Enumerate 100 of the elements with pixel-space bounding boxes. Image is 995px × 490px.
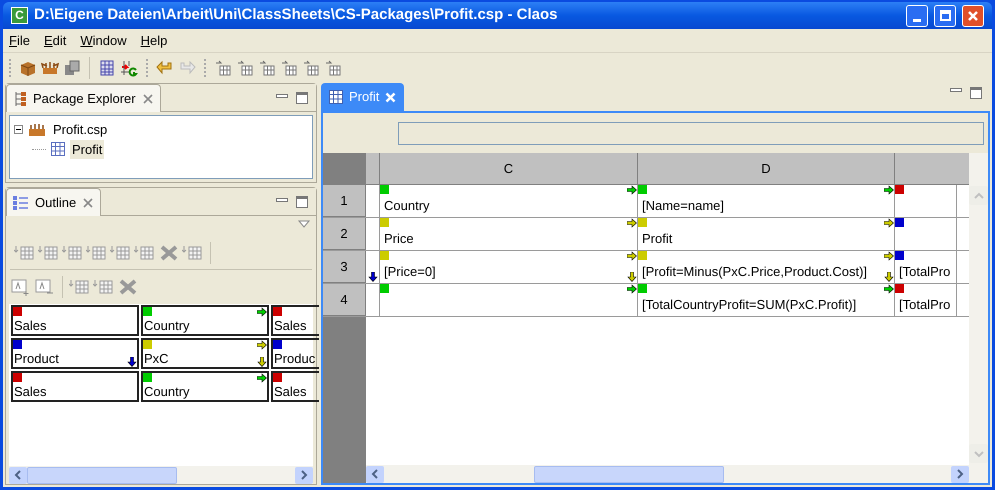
cell-text: Profit <box>642 230 672 248</box>
column-header[interactable]: C <box>380 153 638 184</box>
grid-cell[interactable]: [TotalPro <box>895 251 957 283</box>
vertical-scrollbar[interactable] <box>969 153 988 483</box>
table-tool-icon[interactable] <box>258 59 276 77</box>
row-header[interactable]: 4 <box>323 284 366 316</box>
grid-cell[interactable]: Sales <box>11 305 139 336</box>
window-title: D:\Eigene Dateien\Arbeit\Uni\ClassSheets\CS-Packages\Profit.csp - Claos <box>34 5 558 26</box>
cell-text: Sales <box>274 383 307 401</box>
chevron-left-icon <box>371 469 379 479</box>
chevron-right-icon <box>300 470 308 480</box>
close-button[interactable] <box>962 4 984 26</box>
grid-generate-icon[interactable] <box>120 59 138 77</box>
view-tab[interactable]: Outline <box>6 188 102 216</box>
menu-item[interactable]: Edit <box>44 30 66 50</box>
scroll-right-button[interactable] <box>951 466 969 482</box>
grid-cell[interactable]: Sales <box>271 371 319 402</box>
delete-icon[interactable] <box>117 277 139 297</box>
cell-text: Country <box>144 383 190 401</box>
close-icon <box>967 10 979 22</box>
horizontal-scrollbar[interactable] <box>9 466 313 484</box>
maximize-icon[interactable] <box>296 92 308 104</box>
cell-text: Country <box>144 317 190 335</box>
cell-text: Produc <box>274 350 316 368</box>
row-header[interactable]: 2 <box>323 218 366 250</box>
horizontal-scrollbar[interactable] <box>366 465 969 483</box>
undo-arrow-icon[interactable] <box>156 59 174 77</box>
grid-cell[interactable]: [Profit=Minus(PxC.Price,Product.Cost)] <box>638 251 895 283</box>
package-explorer-icon <box>13 90 27 106</box>
cell-text: Sales <box>274 317 307 335</box>
scroll-thumb[interactable] <box>534 466 724 482</box>
open-box-icon[interactable] <box>41 59 59 77</box>
scroll-right-button[interactable] <box>295 466 313 484</box>
table-tool-icon[interactable] <box>236 59 254 77</box>
cell-text: [Name=name] <box>642 197 724 215</box>
grid-cell[interactable]: [TotalPro <box>895 284 957 316</box>
sheet-icon <box>329 90 343 104</box>
scroll-left-button[interactable] <box>366 466 384 482</box>
grid-cell[interactable]: Country <box>380 185 638 217</box>
chevron-down-icon <box>974 450 984 458</box>
grid-cell[interactable]: [TotalCountryProfit=SUM(PxC.Profit)] <box>638 284 895 316</box>
disks-icon[interactable] <box>63 59 81 77</box>
grid-cell[interactable]: Product <box>11 338 139 369</box>
app-logo: C <box>11 7 28 24</box>
grid-icon[interactable] <box>98 59 116 77</box>
cell-text: Sales <box>14 383 47 401</box>
cell-text: [TotalPro <box>899 263 950 281</box>
tree-item[interactable]: Profit <box>70 140 104 159</box>
cell-text: Price <box>384 230 414 248</box>
cell-text: Country <box>384 197 430 215</box>
grid-cell[interactable]: Produc <box>271 338 319 369</box>
cell-text: Sales <box>14 317 47 335</box>
grid-cell[interactable]: Price <box>380 218 638 250</box>
chevron-up-icon <box>974 192 984 200</box>
box-icon[interactable] <box>19 59 37 77</box>
outline-icon <box>13 196 29 210</box>
collapse-icon[interactable] <box>14 125 23 134</box>
cell-text: Product <box>14 350 59 368</box>
scroll-left-button[interactable] <box>9 466 27 484</box>
grid-cell[interactable]: PxC <box>141 338 269 369</box>
cell-text: [Price=0] <box>384 263 436 281</box>
formula-field[interactable] <box>398 122 984 144</box>
menu-item[interactable]: File <box>9 30 30 50</box>
row-header[interactable]: 3 <box>323 251 366 283</box>
maximize-button[interactable] <box>934 4 956 26</box>
chevron-right-icon <box>956 469 964 479</box>
table-tool-icon[interactable] <box>280 59 298 77</box>
grid-cell[interactable]: Sales <box>271 305 319 336</box>
table-tool-icon[interactable] <box>214 59 232 77</box>
table-tool-icon[interactable] <box>324 59 342 77</box>
maximize-icon[interactable] <box>970 87 982 99</box>
cell-text: [Profit=Minus(PxC.Price,Product.Cost)] <box>642 263 868 281</box>
grid-icon <box>51 142 65 156</box>
tree-item[interactable]: Profit.csp <box>51 120 110 140</box>
grid-cell[interactable]: [Price=0] <box>380 251 638 283</box>
grid-cell[interactable]: [Name=name] <box>638 185 895 217</box>
close-icon[interactable] <box>142 92 154 104</box>
grid-cell[interactable]: Sales <box>11 371 139 402</box>
minimize-button[interactable] <box>906 4 928 26</box>
maximize-icon[interactable] <box>296 196 308 208</box>
menu-item[interactable]: Window <box>80 30 127 50</box>
view-tab[interactable]: Package Explorer <box>6 84 161 112</box>
row-header[interactable]: 1 <box>323 185 366 217</box>
scroll-thumb[interactable] <box>27 466 177 484</box>
grid-cell[interactable] <box>895 185 957 217</box>
grid-cell[interactable]: Profit <box>638 218 895 250</box>
cell-text: [TotalCountryProfit=SUM(PxC.Profit)] <box>642 296 856 314</box>
menu-item[interactable]: Help <box>140 30 168 50</box>
delete-icon[interactable] <box>158 242 180 262</box>
table-tool-icon[interactable] <box>302 59 320 77</box>
cell-text: [TotalPro <box>899 296 950 314</box>
grid-cell[interactable] <box>366 251 380 283</box>
grid-cell[interactable] <box>380 284 638 316</box>
grid-cell[interactable]: Country <box>141 371 269 402</box>
view-menu-icon[interactable] <box>298 220 310 228</box>
column-header[interactable]: D <box>638 153 895 184</box>
open-box-icon <box>28 122 46 137</box>
grid-cell[interactable]: Country <box>141 305 269 336</box>
close-icon[interactable] <box>82 196 94 208</box>
grid-cell[interactable] <box>895 218 957 250</box>
